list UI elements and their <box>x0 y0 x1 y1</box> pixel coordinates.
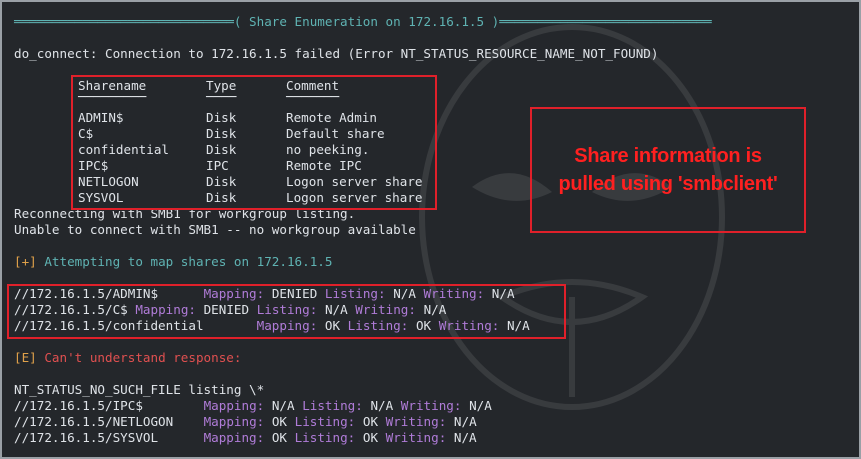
header-rule-right: ════════════════════════════ <box>499 14 712 29</box>
mapped-shares-highlight <box>7 284 566 339</box>
annotation-callout: Share information is pulled using 'smbcl… <box>530 107 806 233</box>
mask-watermark-icon <box>419 24 725 410</box>
smb1-line-2: Unable to connect with SMB1 -- no workgr… <box>14 222 416 237</box>
header-rule-left: ═════════════════════════════ <box>14 14 234 29</box>
mapping-label: Mapping: <box>203 398 265 413</box>
annotation-line-1: Share information is <box>574 145 762 167</box>
error-text: Can't understand response: <box>36 350 242 365</box>
listing-label: Listing: <box>294 414 356 429</box>
mapping-value: OK <box>271 414 288 429</box>
writing-label: Writing: <box>385 414 447 429</box>
share-path: //172.16.1.5/IPC$ <box>14 398 143 413</box>
pad <box>158 430 204 445</box>
listing-label: Listing: <box>294 430 356 445</box>
section-title: ( Share Enumeration on 172.16.1.5 ) <box>233 14 500 29</box>
error-line: [E] Can't understand response: <box>14 350 241 366</box>
mapping-label: Mapping: <box>203 430 265 445</box>
listing-value: OK <box>362 430 379 445</box>
attempt-text: Attempting to map shares on 172.16.1.5 <box>36 254 333 269</box>
share-table-highlight <box>71 75 437 210</box>
listing-label: Listing: <box>302 398 363 413</box>
mapping-value: N/A <box>271 398 295 413</box>
share-path: //172.16.1.5/NETLOGON <box>14 414 174 429</box>
share-mapping-row: //172.16.1.5/IPC$ Mapping: N/A Listing: … <box>14 398 492 414</box>
attempt-line: [+] Attempting to map shares on 172.16.1… <box>14 254 332 270</box>
annotation-line-2: pulled using 'smbclient' <box>558 173 778 195</box>
writing-label: Writing: <box>400 398 462 413</box>
error-prefix: [E] <box>14 350 37 365</box>
writing-value: N/A <box>453 430 477 445</box>
mapping-value: OK <box>271 430 287 445</box>
writing-label: Writing: <box>385 430 447 445</box>
info-prefix: [+] <box>14 254 37 269</box>
share-path: //172.16.1.5/SYSVOL <box>14 430 159 445</box>
writing-value: N/A <box>453 414 477 429</box>
writing-value: N/A <box>469 398 492 413</box>
share-mapping-row: //172.16.1.5/SYSVOL Mapping: OK Listing:… <box>14 430 477 446</box>
pad <box>143 398 204 413</box>
share-mapping-row: //172.16.1.5/NETLOGON Mapping: OK Listin… <box>14 414 477 430</box>
terminal-window: ═════════════════════════════( Share Enu… <box>0 0 861 459</box>
pad <box>173 414 203 429</box>
section-header: ═════════════════════════════( Share Enu… <box>14 14 712 30</box>
mapping-label: Mapping: <box>203 414 265 429</box>
listing-value: OK <box>362 414 379 429</box>
nt-status-line: NT_STATUS_NO_SUCH_FILE listing \* <box>14 382 265 397</box>
connect-error-line: do_connect: Connection to 172.16.1.5 fai… <box>14 46 659 61</box>
listing-value: N/A <box>370 398 394 413</box>
